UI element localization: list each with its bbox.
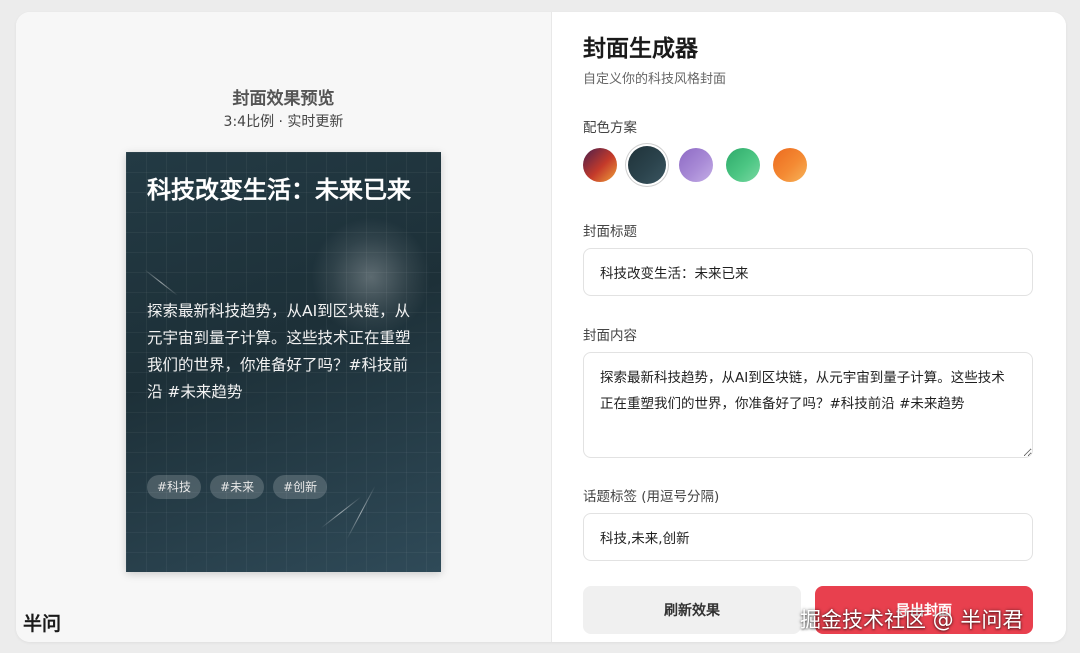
app-window: 封面效果预览 3:4比例 · 实时更新 科技改变生活：未来已来 探索最新科技趋势… [16, 12, 1066, 642]
content-field-label: 封面内容 [583, 328, 637, 344]
title-field-label: 封面标题 [583, 224, 637, 240]
refresh-button[interactable]: 刷新效果 [583, 586, 801, 634]
cover-title: 科技改变生活：未来已来 [147, 176, 411, 204]
cover-body: 探索最新科技趋势，从AI到区块链，从元宇宙到量子计算。这些技术正在重塑我们的世界… [147, 302, 411, 401]
form-subtitle: 自定义你的科技风格封面 [583, 72, 727, 87]
watermark-text: 掘金技术社区 @ 半问君 [800, 608, 1024, 632]
color-swatch-dark-teal[interactable] [628, 146, 666, 184]
tags-field-label: 话题标签 (用逗号分隔) [583, 489, 720, 505]
color-scheme-picker [583, 146, 820, 184]
color-swatch-orange[interactable] [773, 148, 807, 182]
color-swatch-purple[interactable] [679, 148, 713, 182]
color-swatch-sunset[interactable] [583, 148, 617, 182]
content-textarea[interactable]: 探索最新科技趋势，从AI到区块链，从元宇宙到量子计算。这些技术正在重塑我们的世界… [583, 352, 1033, 458]
preview-title: 封面效果预览 [232, 89, 335, 109]
title-input[interactable] [583, 248, 1033, 296]
form-panel: 封面生成器 自定义你的科技风格封面 配色方案 封面标题 封面内容 探索最新科技趋… [552, 12, 1066, 642]
form-title: 封面生成器 [583, 36, 698, 62]
preview-subtitle: 3:4比例 · 实时更新 [223, 114, 344, 130]
cover-tags: #科技 #未来 #创新 [147, 475, 328, 499]
cover-preview: 科技改变生活：未来已来 探索最新科技趋势，从AI到区块链，从元宇宙到量子计算。这… [126, 152, 441, 572]
cover-tag: #创新 [273, 475, 328, 499]
cover-tag: #科技 [147, 475, 202, 499]
color-scheme-label: 配色方案 [583, 120, 637, 136]
brand-logo-text: 半问 [23, 613, 62, 635]
preview-panel: 封面效果预览 3:4比例 · 实时更新 科技改变生活：未来已来 探索最新科技趋势… [16, 12, 552, 642]
tags-input[interactable] [583, 513, 1033, 561]
cover-tag: #未来 [210, 475, 265, 499]
color-swatch-green[interactable] [726, 148, 760, 182]
